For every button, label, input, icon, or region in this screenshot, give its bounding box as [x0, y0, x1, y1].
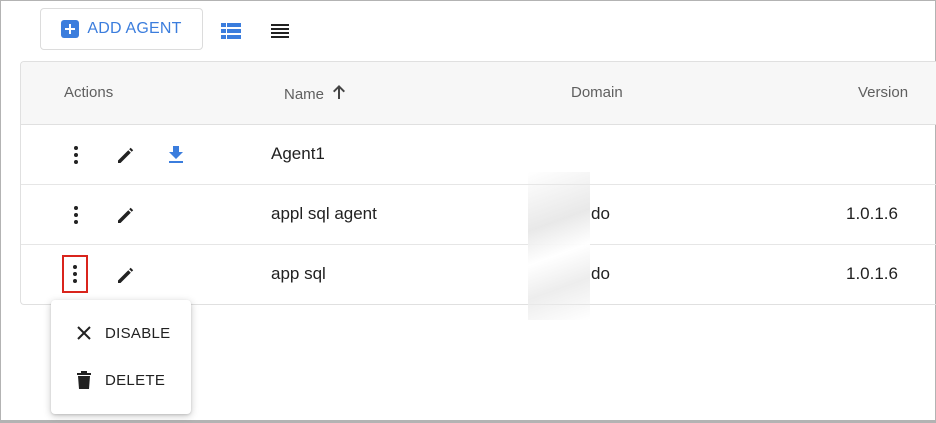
more-actions-icon[interactable] [62, 255, 88, 293]
more-actions-icon[interactable] [64, 143, 88, 167]
column-header-domain[interactable]: Domain [571, 84, 623, 101]
add-agent-button[interactable]: ADD AGENT [40, 8, 203, 50]
row-actions-menu: DISABLE DELETE [51, 300, 191, 414]
column-header-actions: Actions [64, 84, 114, 101]
compact-list-icon[interactable] [267, 18, 293, 44]
column-header-version[interactable]: Version [858, 84, 908, 101]
more-actions-icon[interactable] [64, 203, 88, 227]
agent-name: Agent1 [271, 144, 325, 163]
agents-table: Actions Name Domain Version Agent1 appl … [20, 61, 936, 305]
sort-ascending-icon[interactable] [332, 84, 346, 104]
edit-pencil-icon[interactable] [114, 143, 138, 167]
table-row: app sql do 1.0.1.6 [21, 245, 936, 304]
agent-name: appl sql agent [271, 204, 377, 223]
column-header-name-label: Name [284, 85, 325, 103]
agent-domain: do [591, 264, 610, 283]
add-agent-label: ADD AGENT [87, 20, 182, 37]
delete-menu-item-label: DELETE [105, 371, 166, 389]
column-header-name[interactable]: Name [284, 84, 346, 104]
trash-icon [74, 370, 94, 390]
table-header: Actions Name Domain Version [21, 62, 936, 125]
table-row: Agent1 [21, 125, 936, 185]
disable-menu-item-label: DISABLE [105, 324, 171, 342]
agent-name: app sql [271, 264, 326, 283]
delete-menu-item[interactable]: DELETE [51, 360, 191, 400]
plus-box-icon [61, 20, 80, 38]
list-view-icon[interactable] [218, 18, 244, 44]
toolbar: ADD AGENT [40, 8, 203, 50]
agent-domain: do [591, 204, 610, 223]
edit-pencil-icon[interactable] [114, 263, 138, 287]
close-icon [74, 323, 94, 343]
download-icon[interactable] [164, 143, 188, 167]
table-row: appl sql agent do 1.0.1.6 [21, 185, 936, 245]
agent-version: 1.0.1.6 [846, 204, 898, 223]
disable-menu-item[interactable]: DISABLE [51, 313, 191, 353]
edit-pencil-icon[interactable] [114, 203, 138, 227]
agent-version: 1.0.1.6 [846, 264, 898, 283]
